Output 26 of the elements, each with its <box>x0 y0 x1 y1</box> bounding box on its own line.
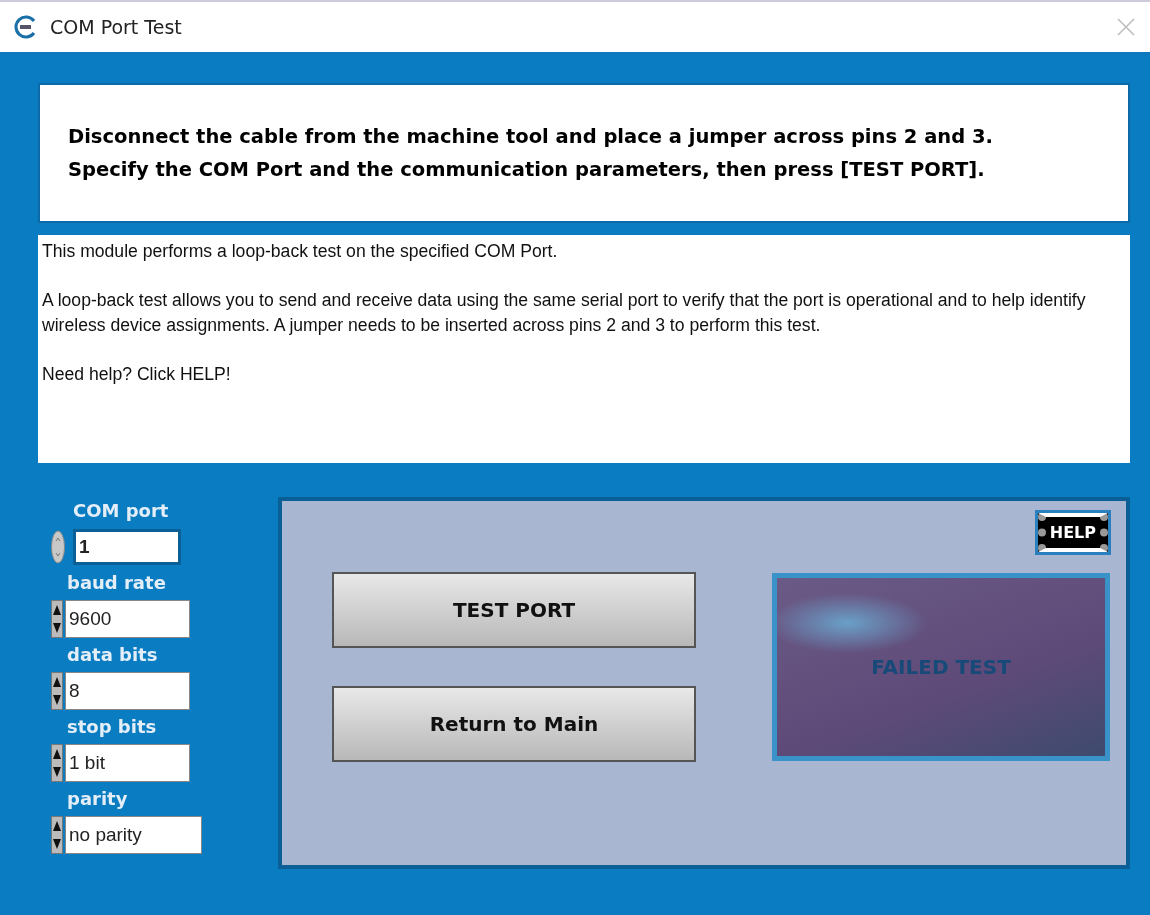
instruction-text: Disconnect the cable from the machine tool and place a jumper across pins 2 and 3. <box>68 124 994 150</box>
description-text: This module performs a loop-back test on the specified COM Port. <box>42 240 559 263</box>
parameter-field[interactable]: no parity <box>65 816 202 854</box>
action-button[interactable]: Return to Main <box>332 686 696 762</box>
help-button[interactable]: HELP <box>1037 513 1108 552</box>
parameter-field[interactable]: 1 <box>73 529 181 565</box>
app-logo-icon <box>14 15 38 39</box>
spinner-arrows-icon[interactable] <box>51 744 63 782</box>
window-title: COM Port Test <box>50 16 183 38</box>
action-button[interactable]: TEST PORT <box>332 572 696 648</box>
spinner-arrows-icon[interactable] <box>51 600 63 638</box>
parameter-label: stop bits <box>66 715 158 739</box>
description-text: A loop-back test allows you to send and receive data using the same serial port to verify that the port is operational and to help identify wireless device assignments. A jumper needs to be inserted across pins 2 and 3 to perform this test. <box>42 289 1087 337</box>
spinner-arrows-icon[interactable] <box>51 672 63 710</box>
spinner-arrows-icon[interactable] <box>51 816 63 854</box>
parameter-label: data bits <box>66 643 159 667</box>
description-text: Need help? Click HELP! <box>42 362 232 386</box>
instruction-text: Specify the COM Port and the communication parameters, then press [TEST PORT]. <box>68 157 986 183</box>
parameter-label: COM port <box>72 499 170 523</box>
indicator-label: FAILED TEST <box>871 655 1011 679</box>
spinner-knob-icon[interactable] <box>51 530 65 564</box>
parameter-label: parity <box>66 787 129 811</box>
parameter-field[interactable]: 9600 <box>65 600 190 638</box>
parameter-field[interactable]: 1 bit <box>65 744 190 782</box>
parameter-label: baud rate <box>66 571 167 595</box>
parameter-field[interactable]: 8 <box>65 672 190 710</box>
